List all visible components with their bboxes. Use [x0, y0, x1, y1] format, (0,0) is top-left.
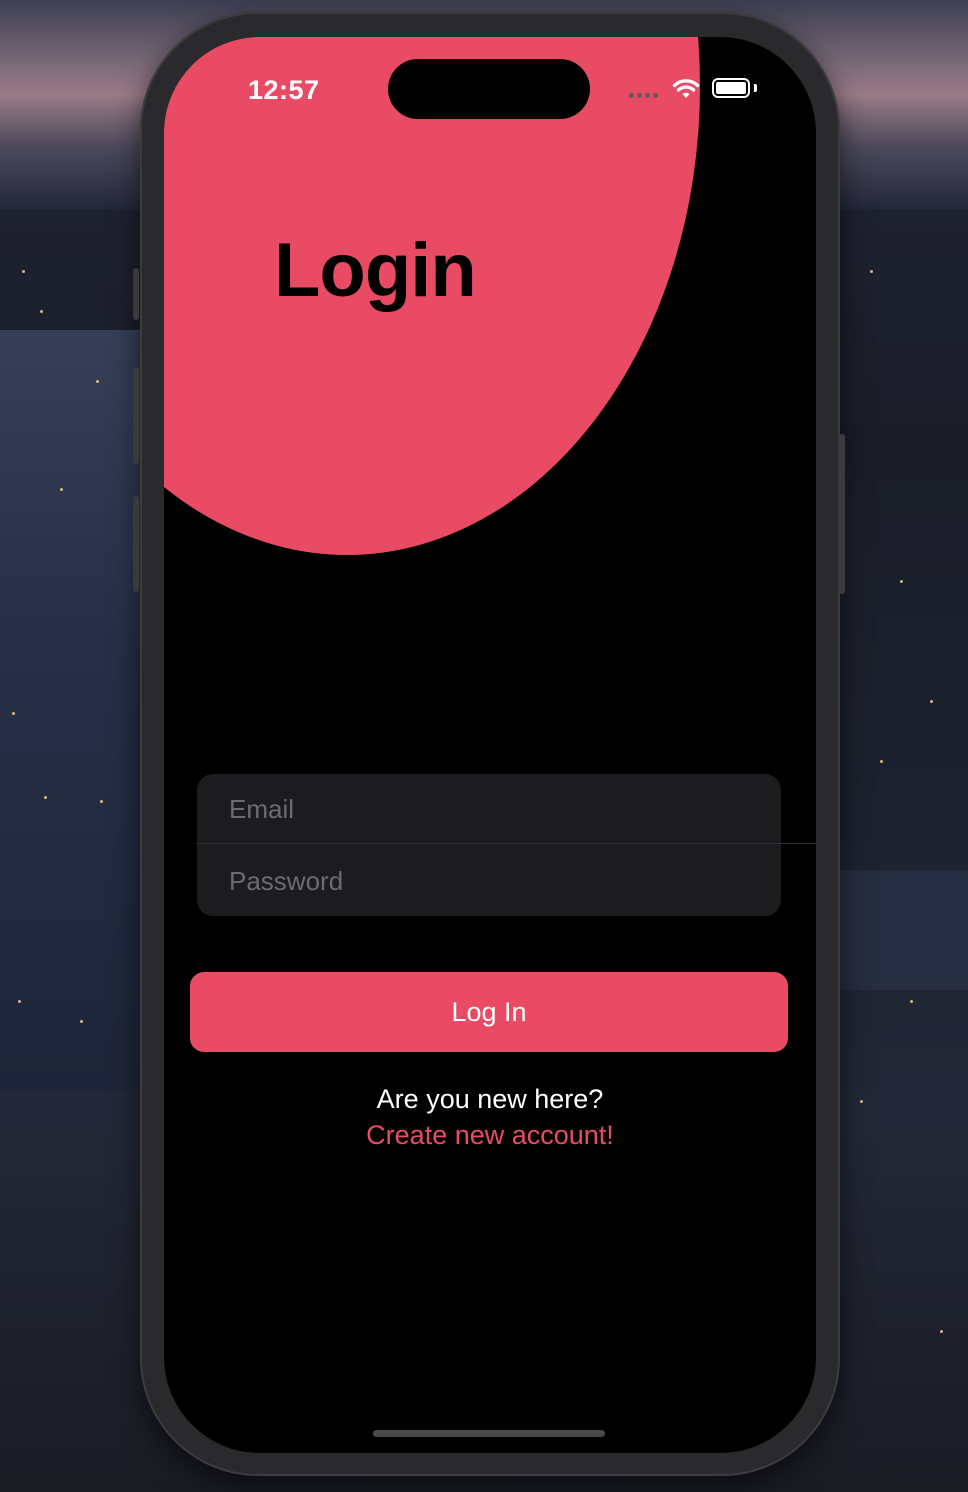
- login-form: [197, 774, 781, 916]
- password-field[interactable]: [229, 846, 781, 916]
- create-account-link[interactable]: Create new account!: [164, 1120, 816, 1151]
- city-light: [96, 380, 99, 383]
- cellular-signal-icon: [629, 93, 658, 98]
- email-field[interactable]: [229, 774, 781, 844]
- wifi-icon: [672, 79, 700, 98]
- city-light: [12, 712, 15, 715]
- battery-tip: [754, 84, 757, 92]
- city-light: [80, 1020, 83, 1023]
- login-button[interactable]: Log In: [190, 972, 788, 1052]
- city-light: [40, 310, 43, 313]
- city-light: [900, 580, 903, 583]
- page-title: Login: [274, 228, 477, 313]
- background-river-right: [828, 870, 968, 990]
- app-screen: 12:57 Login Log In Are you new here? Cre…: [164, 37, 816, 1453]
- status-time: 12:57: [248, 75, 320, 105]
- city-light: [18, 1000, 21, 1003]
- city-light: [860, 1100, 863, 1103]
- volume-up-button: [133, 368, 139, 464]
- background-river: [0, 330, 140, 1090]
- city-light: [910, 1000, 913, 1003]
- power-button: [839, 434, 845, 594]
- volume-down-button: [133, 496, 139, 592]
- city-light: [60, 488, 63, 491]
- battery-icon: [712, 78, 750, 98]
- city-light: [44, 796, 47, 799]
- city-light: [870, 270, 873, 273]
- city-light: [930, 700, 933, 703]
- home-indicator[interactable]: [373, 1430, 605, 1437]
- mute-switch: [133, 268, 139, 320]
- city-light: [940, 1330, 943, 1333]
- city-light: [22, 270, 25, 273]
- dynamic-island: [388, 59, 590, 119]
- city-light: [880, 760, 883, 763]
- new-user-prompt: Are you new here?: [376, 1084, 604, 1114]
- form-divider: [196, 843, 816, 844]
- city-light: [100, 800, 103, 803]
